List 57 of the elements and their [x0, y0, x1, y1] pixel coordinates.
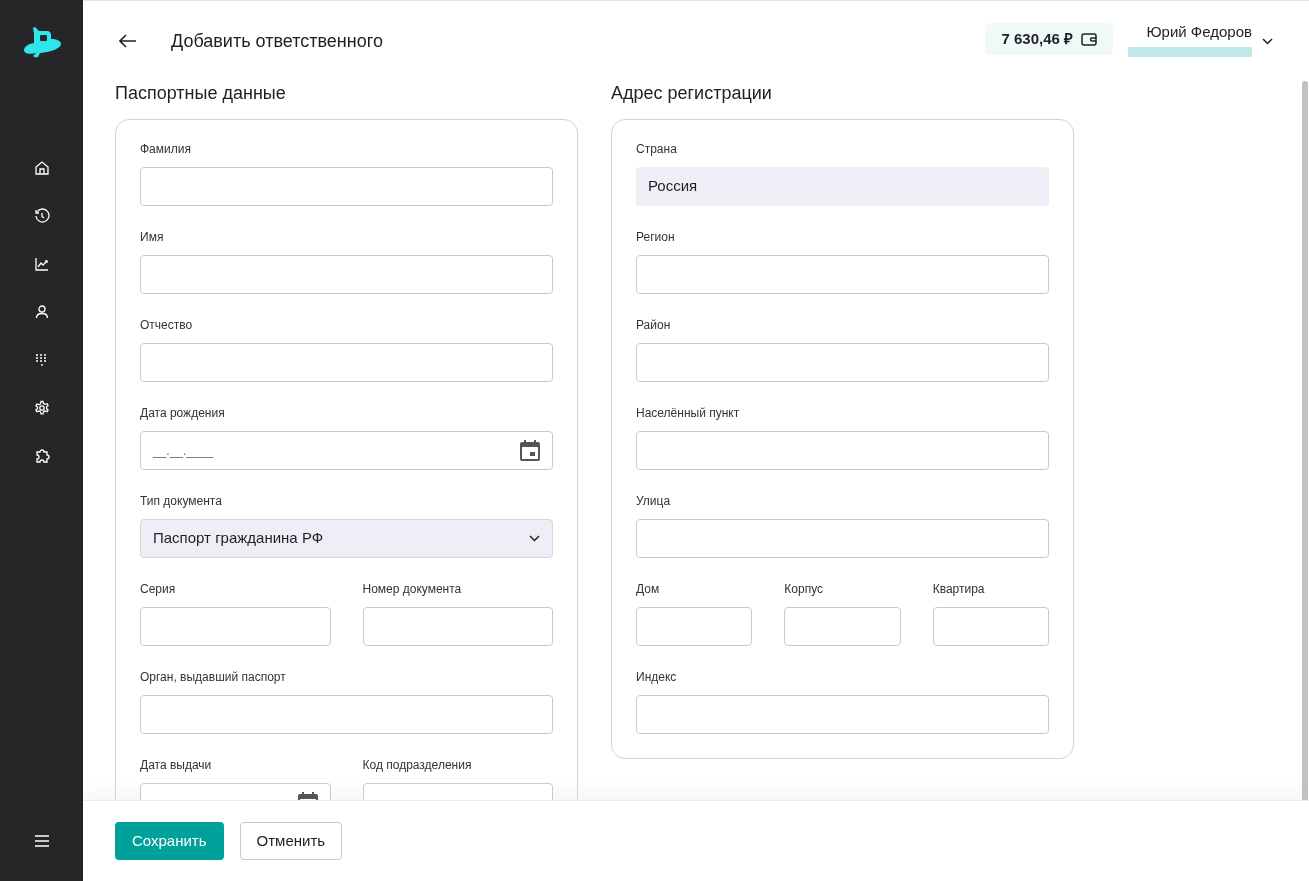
field-label: Регион — [636, 230, 676, 245]
input-field[interactable] — [636, 343, 1049, 382]
history-icon[interactable] — [33, 208, 50, 224]
field-label: Орган, выдавший паспорт — [140, 670, 287, 685]
input-field[interactable] — [140, 167, 553, 206]
home-icon[interactable] — [33, 160, 50, 176]
field-label: Серия — [140, 582, 177, 597]
chart-icon[interactable] — [33, 256, 50, 272]
field-label: Дата рождения — [140, 406, 226, 421]
input-field[interactable] — [636, 695, 1049, 734]
input-field[interactable] — [140, 343, 553, 382]
cancel-button[interactable]: Отменить — [239, 822, 343, 860]
input-field[interactable] — [140, 695, 553, 734]
input-field[interactable] — [784, 607, 901, 646]
field-label: Индекс — [636, 670, 678, 685]
input-field[interactable] — [932, 607, 1049, 646]
balance-amount: 7 630,46 ₽ — [1001, 28, 1073, 49]
balance-badge[interactable]: 7 630,46 ₽ — [985, 23, 1113, 55]
input-field[interactable] — [636, 607, 753, 646]
field-label: Имя — [140, 230, 165, 245]
input-field[interactable] — [362, 607, 553, 646]
field-label: Тип документа — [140, 494, 223, 509]
field-label: Отчество — [140, 318, 194, 333]
field-label: Квартира — [932, 582, 986, 597]
chevron-down-icon — [529, 535, 540, 542]
back-arrow-icon[interactable] — [119, 34, 137, 48]
input-field[interactable]: Россия — [636, 167, 1049, 206]
input-field[interactable] — [140, 255, 553, 294]
user-icon[interactable] — [33, 304, 50, 320]
section-title: Паспортные данные — [115, 82, 287, 105]
field-label: Населённый пункт — [636, 406, 741, 421]
select-field[interactable]: Паспорт гражданина РФ — [140, 519, 553, 558]
page-title: Добавить ответственного — [171, 29, 383, 53]
input-field[interactable] — [636, 255, 1049, 294]
scrollbar[interactable] — [1302, 81, 1308, 800]
chevron-down-icon[interactable] — [1262, 37, 1273, 45]
section-title: Адрес регистрации — [611, 82, 773, 105]
settings-icon[interactable] — [33, 400, 50, 416]
field-label: Страна — [636, 142, 678, 157]
field-label: Фамилия — [140, 142, 192, 157]
field-label: Дата выдачи — [140, 758, 213, 773]
field-label: Номер документа — [362, 582, 463, 597]
logo-icon[interactable] — [21, 24, 62, 60]
calendar-icon[interactable] — [520, 440, 540, 461]
field-label: Район — [636, 318, 672, 333]
puzzle-icon[interactable] — [33, 448, 50, 464]
menu-icon[interactable] — [34, 835, 49, 847]
field-label: Дом — [636, 582, 661, 597]
field-label: Корпус — [784, 582, 825, 597]
user-name[interactable]: Юрий Федоров — [1146, 21, 1252, 44]
field-label: Код подразделения — [362, 758, 473, 773]
input-field[interactable] — [140, 607, 331, 646]
field-label: Улица — [636, 494, 672, 509]
input-field[interactable] — [636, 519, 1049, 558]
date-field[interactable]: __.__.____ — [140, 431, 553, 470]
wallet-icon — [1081, 32, 1097, 46]
input-field[interactable] — [636, 431, 1049, 470]
